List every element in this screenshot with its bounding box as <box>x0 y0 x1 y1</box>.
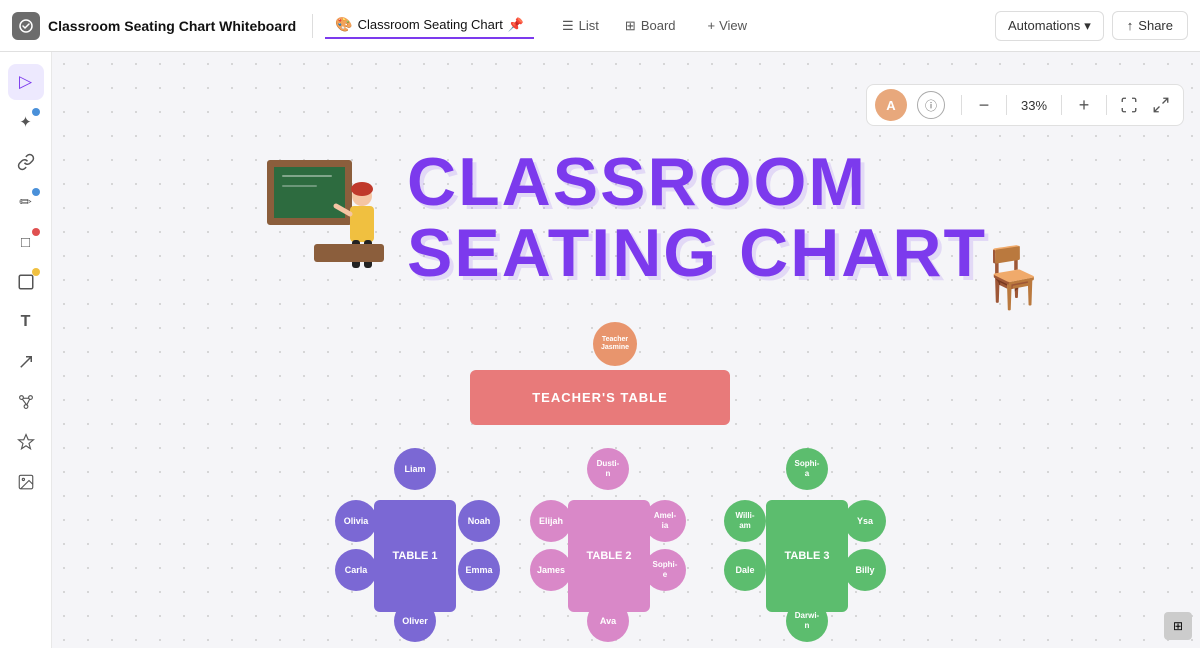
student-emma[interactable]: Emma <box>458 549 500 591</box>
student-liam[interactable]: Liam <box>394 448 436 490</box>
add-view-label: View <box>719 18 747 33</box>
arrow-tool-button[interactable] <box>8 344 44 380</box>
note-tool-button[interactable] <box>8 264 44 300</box>
teacher-circle[interactable]: TeacherJasmine <box>593 322 637 366</box>
main-area: ▷ ✦ ✏ □ T <box>0 52 1200 648</box>
tab-icon: 🎨 <box>335 16 352 33</box>
plus-icon: + <box>708 18 716 33</box>
share-button[interactable]: ↑ Share <box>1112 11 1188 40</box>
title-line1: CLASSROOM <box>407 147 987 218</box>
active-tab[interactable]: 🎨 Classroom Seating Chart 📌 <box>325 12 534 39</box>
list-label: List <box>579 18 599 33</box>
automations-label: Automations <box>1008 18 1080 33</box>
draw-tool-button[interactable]: ✦ <box>8 104 44 140</box>
teacher-figure <box>332 182 392 282</box>
classroom-title: CLASSROOM SEATING CHART <box>407 147 987 290</box>
automations-button[interactable]: Automations ▾ <box>995 11 1104 41</box>
student-sophie[interactable]: Sophi-e <box>644 549 686 591</box>
table-3-label: TABLE 3 <box>784 550 829 562</box>
ai-tool-button[interactable] <box>8 424 44 460</box>
board-view-link[interactable]: ⊞ Board <box>613 12 688 40</box>
student-olivia[interactable]: Olivia <box>335 500 377 542</box>
pen-tool-dot <box>32 188 40 196</box>
student-noah[interactable]: Noah <box>458 500 500 542</box>
student-dustin[interactable]: Dusti-n <box>587 448 629 490</box>
media-tool-button[interactable] <box>8 464 44 500</box>
pen-tool-button[interactable]: ✏ <box>8 184 44 220</box>
table-2-label: TABLE 2 <box>586 550 631 562</box>
add-view-button[interactable]: + View <box>696 12 760 39</box>
table-1-label: TABLE 1 <box>392 550 437 562</box>
list-icon: ☰ <box>562 18 574 34</box>
board-label: Board <box>641 18 676 33</box>
note-tool-dot <box>32 268 40 276</box>
chevron-down-icon: ▾ <box>1084 18 1091 34</box>
share-icon: ↑ <box>1127 18 1134 33</box>
link-tool-button[interactable] <box>8 144 44 180</box>
student-amelia[interactable]: Amel-ia <box>644 500 686 542</box>
tab-pin-icon: 📌 <box>508 17 524 33</box>
student-billy[interactable]: Billy <box>844 549 886 591</box>
student-ysa[interactable]: Ysa <box>844 500 886 542</box>
student-sophia[interactable]: Sophi-a <box>786 448 828 490</box>
active-tab-label: Classroom Seating Chart <box>358 17 503 32</box>
student-darwin[interactable]: Darwi-n <box>786 600 828 642</box>
whiteboard-title: Classroom Seating Chart Whiteboard <box>48 18 296 34</box>
teachers-table-label: TEACHER'S TABLE <box>532 390 668 405</box>
student-dale[interactable]: Dale <box>724 549 766 591</box>
nav-links: ☰ List ⊞ Board <box>550 12 688 40</box>
topbar-divider <box>312 14 313 38</box>
student-elijah[interactable]: Elijah <box>530 500 572 542</box>
text-tool-button[interactable]: T <box>8 304 44 340</box>
board-icon: ⊞ <box>625 18 636 34</box>
student-carla[interactable]: Carla <box>335 549 377 591</box>
table-2: TABLE 2 <box>568 500 650 612</box>
canvas-content: CLASSROOM SEATING CHART 🪑 TeacherJasmine… <box>52 52 1200 648</box>
student-oliver[interactable]: Oliver <box>394 600 436 642</box>
share-label: Share <box>1138 18 1173 33</box>
teacher-circle-label: TeacherJasmine <box>599 334 631 355</box>
title-line2: SEATING CHART <box>407 218 987 289</box>
student-william[interactable]: Willi-am <box>724 500 766 542</box>
teacher-desk <box>314 244 384 262</box>
chair-icon: 🪑 <box>975 242 1050 313</box>
student-james[interactable]: James <box>530 549 572 591</box>
select-tool-button[interactable]: ▷ <box>8 64 44 100</box>
shape-tool-button[interactable]: □ <box>8 224 44 260</box>
connect-tool-button[interactable] <box>8 384 44 420</box>
draw-tool-dot <box>32 108 40 116</box>
bottom-right-control[interactable]: ⊞ <box>1164 612 1192 640</box>
app-icon <box>12 12 40 40</box>
student-ava[interactable]: Ava <box>587 600 629 642</box>
teachers-table: TEACHER'S TABLE <box>470 370 730 425</box>
shape-tool-dot <box>32 228 40 236</box>
canvas[interactable]: A ⓘ − 33% + <box>52 52 1200 648</box>
table-1: TABLE 1 <box>374 500 456 612</box>
table-3: TABLE 3 <box>766 500 848 612</box>
list-view-link[interactable]: ☰ List <box>550 12 611 40</box>
left-toolbar: ▷ ✦ ✏ □ T <box>0 52 52 648</box>
